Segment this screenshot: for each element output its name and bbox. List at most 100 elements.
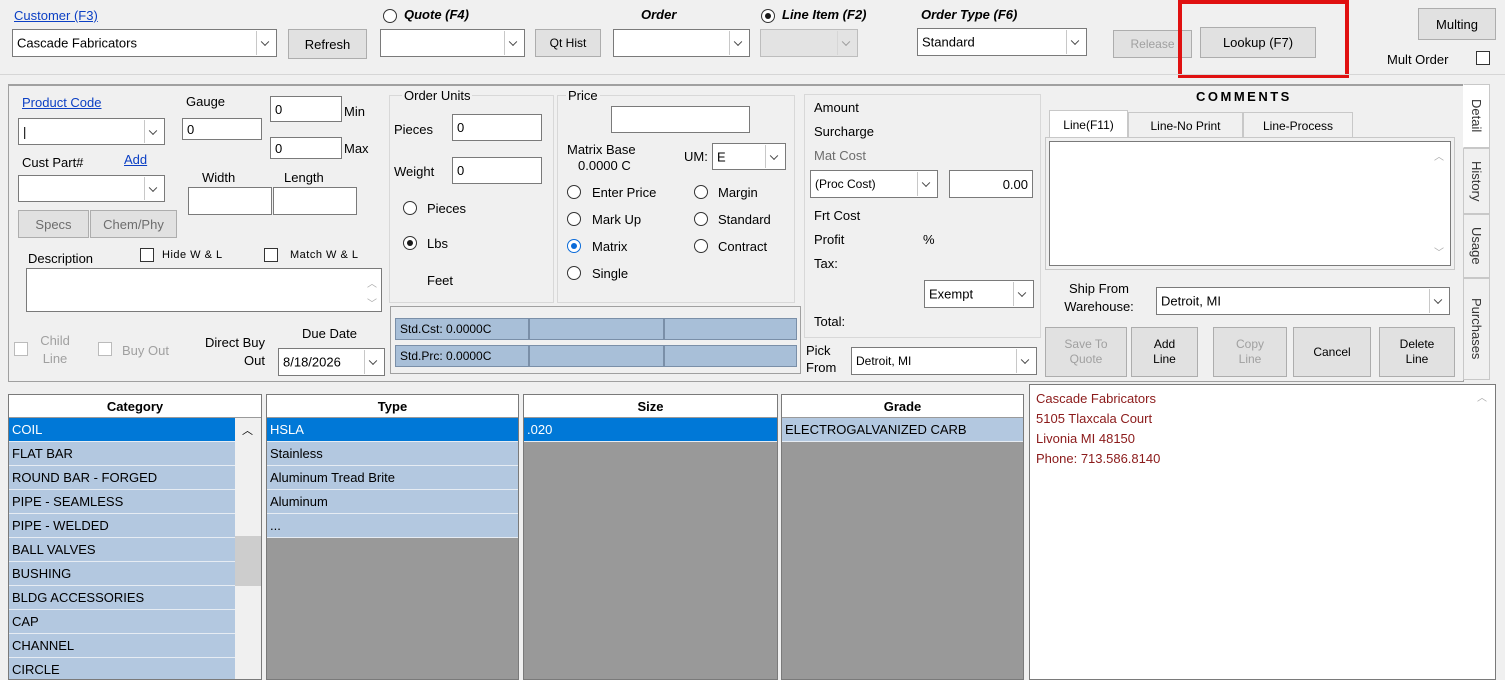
type-list[interactable]: Type HSLA Stainless Aluminum Tread Brite… (266, 394, 519, 680)
side-tab-detail[interactable]: Detail (1463, 84, 1490, 148)
copy-line-button[interactable]: Copy Line (1213, 327, 1287, 377)
chevron-down-icon[interactable] (1066, 30, 1085, 54)
match-wl-checkbox[interactable] (264, 248, 278, 262)
list-item[interactable]: CHANNEL (9, 634, 235, 658)
max-input[interactable]: 0 (270, 137, 342, 159)
chem-phy-button[interactable]: Chem/Phy (90, 210, 177, 238)
pick-from-combo[interactable]: Detroit, MI (851, 347, 1037, 375)
customer-combo[interactable]: Cascade Fabricators (12, 29, 277, 57)
customer-link[interactable]: Customer (F3) (14, 8, 98, 23)
scroll-down-icon[interactable]: ﹀ (1434, 244, 1444, 259)
lookup-button[interactable]: Lookup (F7) (1200, 27, 1316, 58)
scroll-up-icon[interactable]: ︿ (1434, 148, 1444, 163)
contract-radio[interactable] (694, 239, 708, 253)
scroll-down-icon[interactable]: ﹀ (367, 295, 377, 310)
buy-out-checkbox[interactable] (98, 342, 112, 356)
list-item[interactable]: CIRCLE (9, 658, 235, 679)
side-tab-usage[interactable]: Usage (1463, 214, 1490, 278)
list-item[interactable]: Stainless (267, 442, 518, 466)
chevron-down-icon[interactable] (144, 177, 163, 200)
list-item[interactable]: HSLA (267, 418, 518, 442)
min-input[interactable]: 0 (270, 96, 342, 122)
list-item[interactable]: PIPE - SEAMLESS (9, 490, 235, 514)
ship-from-combo[interactable]: Detroit, MI (1156, 287, 1450, 315)
chevron-down-icon[interactable] (1016, 349, 1035, 373)
add-cust-part-link[interactable]: Add (124, 152, 147, 167)
list-item[interactable]: ROUND BAR - FORGED (9, 466, 235, 490)
line-item-radio[interactable] (761, 9, 775, 23)
scroll-up-icon[interactable]: ︿ (367, 275, 377, 290)
width-input[interactable] (188, 187, 272, 215)
tab-line-no-print[interactable]: Line-No Print (1128, 112, 1243, 138)
tab-line-f11[interactable]: Line(F11) (1049, 110, 1128, 138)
specs-button[interactable]: Specs (18, 210, 89, 238)
matrix-radio[interactable] (567, 239, 581, 253)
single-radio[interactable] (567, 266, 581, 280)
list-item[interactable]: Aluminum Tread Brite (267, 466, 518, 490)
hide-wl-checkbox[interactable] (140, 248, 154, 262)
scroll-up-icon[interactable]: ︿ (242, 422, 253, 438)
chevron-down-icon[interactable] (504, 31, 523, 55)
line-item-combo[interactable] (760, 29, 858, 57)
list-item[interactable]: CAP (9, 610, 235, 634)
list-item[interactable]: .020 (524, 418, 777, 442)
mark-up-radio[interactable] (567, 212, 581, 226)
chevron-down-icon[interactable] (765, 145, 784, 168)
side-tab-purchases[interactable]: Purchases (1463, 278, 1490, 380)
order-combo[interactable] (613, 29, 750, 57)
grade-list[interactable]: Grade ELECTROGALVANIZED CARB (781, 394, 1024, 680)
list-item[interactable]: ... (267, 514, 518, 538)
product-code-combo[interactable]: | (18, 118, 165, 145)
order-type-combo[interactable]: Standard (917, 28, 1087, 56)
proc-cost-input[interactable]: 0.00 (949, 170, 1033, 198)
tab-line-process[interactable]: Line-Process (1243, 112, 1353, 138)
list-item[interactable]: Aluminum (267, 490, 518, 514)
product-code-link[interactable]: Product Code (22, 95, 102, 110)
price-input[interactable] (611, 106, 750, 133)
chevron-down-icon[interactable] (837, 31, 856, 55)
quote-combo[interactable] (380, 29, 525, 57)
chevron-down-icon[interactable] (144, 120, 163, 143)
list-item[interactable]: ELECTROGALVANIZED CARB (782, 418, 1023, 442)
list-item[interactable]: PIPE - WELDED (9, 514, 235, 538)
pieces-radio[interactable] (403, 201, 417, 215)
child-line-checkbox[interactable] (14, 342, 28, 356)
chevron-down-icon[interactable] (917, 172, 936, 196)
save-to-quote-button[interactable]: Save To Quote (1045, 327, 1127, 377)
gauge-input[interactable]: 0 (182, 118, 262, 140)
list-item[interactable]: BALL VALVES (9, 538, 235, 562)
refresh-button[interactable]: Refresh (288, 29, 367, 59)
standard-radio[interactable] (694, 212, 708, 226)
description-textarea[interactable]: ︿ ﹀ (26, 268, 382, 312)
enter-price-radio[interactable] (567, 185, 581, 199)
chevron-down-icon[interactable] (1429, 289, 1448, 313)
um-combo[interactable]: E (712, 143, 786, 170)
size-list[interactable]: Size .020 (523, 394, 778, 680)
delete-line-button[interactable]: Delete Line (1379, 327, 1455, 377)
chevron-down-icon[interactable] (729, 31, 748, 55)
comments-textarea[interactable]: ︿ ﹀ (1049, 141, 1451, 266)
scrollbar-thumb[interactable] (235, 536, 261, 586)
cust-part-combo[interactable] (18, 175, 165, 202)
category-scrollbar[interactable]: ︿ (235, 418, 261, 679)
chevron-down-icon[interactable] (1013, 282, 1032, 306)
cancel-button[interactable]: Cancel (1293, 327, 1371, 377)
chevron-down-icon[interactable] (256, 31, 275, 55)
multing-button[interactable]: Multing (1418, 8, 1496, 40)
add-line-button[interactable]: Add Line (1131, 327, 1198, 377)
quote-radio[interactable] (383, 9, 397, 23)
category-list[interactable]: Category COIL FLAT BAR ROUND BAR - FORGE… (8, 394, 262, 680)
due-date-picker[interactable]: 8/18/2026 (278, 348, 385, 376)
side-tab-history[interactable]: History (1463, 148, 1490, 214)
tax-combo[interactable]: Exempt (924, 280, 1034, 308)
weight-input[interactable]: 0 (452, 157, 542, 184)
margin-radio[interactable] (694, 185, 708, 199)
mult-order-checkbox[interactable] (1476, 51, 1490, 65)
lbs-radio[interactable] (403, 236, 417, 250)
list-item[interactable]: BUSHING (9, 562, 235, 586)
length-input[interactable] (273, 187, 357, 215)
list-item[interactable]: FLAT BAR (9, 442, 235, 466)
pieces-input[interactable]: 0 (452, 114, 542, 141)
list-item[interactable]: COIL (9, 418, 235, 442)
list-item[interactable]: BLDG ACCESSORIES (9, 586, 235, 610)
